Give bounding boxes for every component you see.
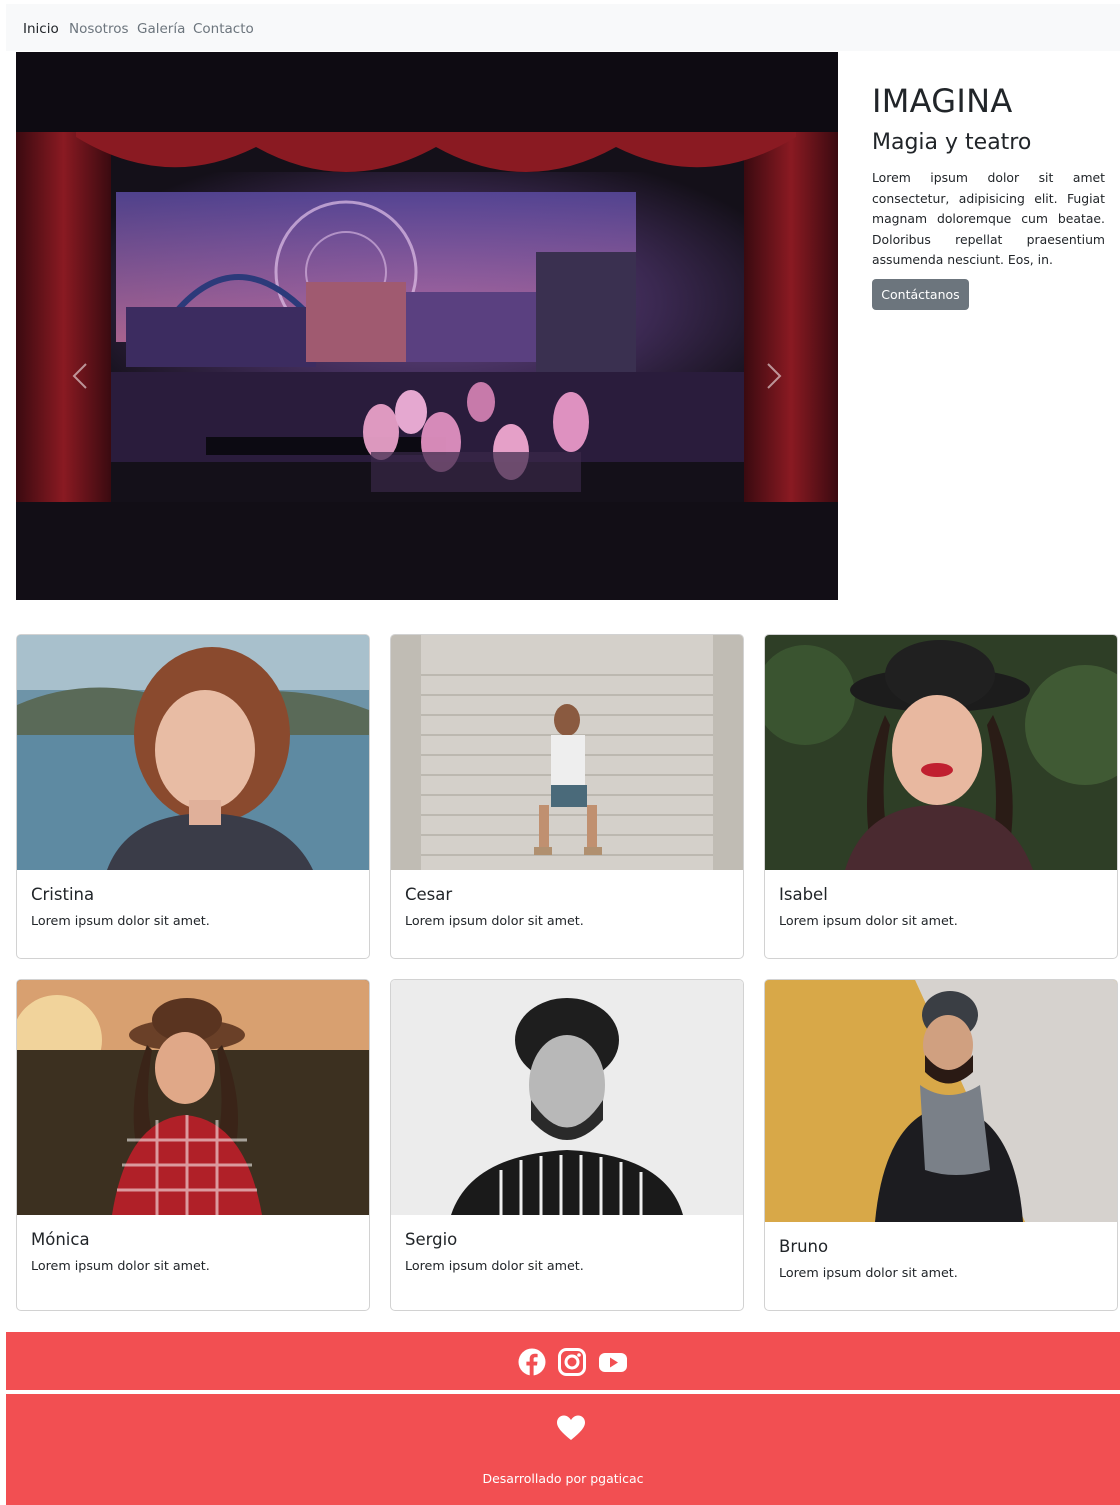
hero-title: IMAGINA [872,82,1013,120]
instagram-icon[interactable] [558,1348,586,1376]
chevron-left-icon [72,363,87,389]
card-text: Lorem ipsum dolor sit amet. [779,913,958,928]
nav-link-nosotros[interactable]: Nosotros [69,21,129,37]
profile-card: Cesar Lorem ipsum dolor sit amet. [390,634,744,959]
card-title: Cristina [31,885,95,904]
card-title: Cesar [405,885,453,904]
heart-icon [557,1415,585,1440]
contact-button[interactable]: Contáctanos [872,279,969,310]
card-title: Mónica [31,1230,90,1249]
profile-card: Bruno Lorem ipsum dolor sit amet. [764,979,1118,1311]
hero-text-block: IMAGINA Magia y teatro Lorem ipsum dolor… [872,82,1105,271]
navbar: Inicio Nosotros Galería Contacto [6,4,1120,51]
card-text: Lorem ipsum dolor sit amet. [31,1258,210,1273]
profile-card: Isabel Lorem ipsum dolor sit amet. [764,634,1118,959]
hero-subtitle: Magia y teatro [872,130,1032,155]
card-text: Lorem ipsum dolor sit amet. [31,913,210,928]
facebook-icon[interactable] [518,1348,546,1376]
hero-body: Lorem ipsum dolor sit amet consectetur, … [872,170,1105,267]
card-photo [391,635,743,870]
card-photo [765,635,1117,870]
theater-stage-image [16,52,838,600]
card-text: Lorem ipsum dolor sit amet. [779,1265,958,1280]
profile-card: Cristina Lorem ipsum dolor sit amet. [16,634,370,959]
chevron-right-icon [767,363,782,389]
card-title: Isabel [779,885,828,904]
hero-carousel [16,52,838,600]
profile-card: Mónica Lorem ipsum dolor sit amet. [16,979,370,1311]
card-photo [17,635,369,870]
carousel-next-button[interactable] [762,350,786,402]
nav-link-galeria[interactable]: Galería [137,21,185,37]
card-photo [765,980,1117,1222]
card-title: Bruno [779,1237,829,1256]
nav-link-contacto[interactable]: Contacto [193,21,254,37]
credit-footer: Desarrollado por pgaticac [6,1394,1120,1505]
card-text: Lorem ipsum dolor sit amet. [405,913,584,928]
card-text: Lorem ipsum dolor sit amet. [405,1258,584,1273]
nav-link-inicio[interactable]: Inicio [23,21,59,37]
card-photo [17,980,369,1215]
profile-card: Sergio Lorem ipsum dolor sit amet. [390,979,744,1311]
social-footer [6,1332,1120,1390]
card-photo [391,980,743,1215]
youtube-icon[interactable] [598,1348,628,1376]
card-title: Sergio [405,1230,458,1249]
carousel-prev-button[interactable] [68,350,92,402]
footer-credit: Desarrollado por pgaticac [482,1471,644,1486]
